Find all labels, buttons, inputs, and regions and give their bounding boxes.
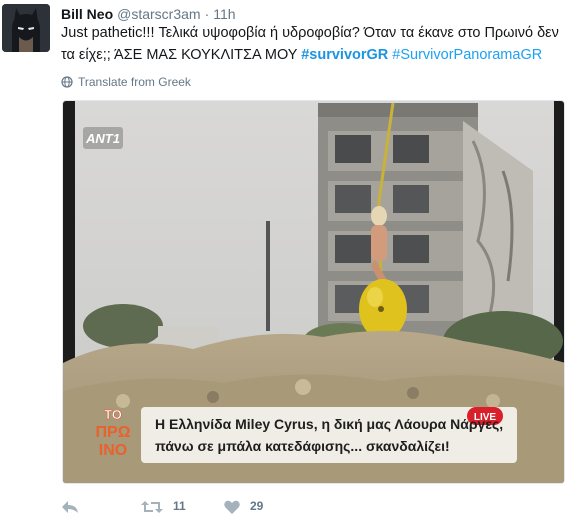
channel-logo: ANT1 [83,127,123,149]
like-button[interactable]: 29 [224,495,263,517]
retweet-button[interactable]: 11 [141,495,186,517]
retweet-icon [141,500,163,513]
retweet-count: 11 [173,499,186,513]
avatar[interactable] [2,4,50,52]
user-handle[interactable]: @starscr3am [117,6,200,22]
hashtag-survivorgr[interactable]: #survivorGR [301,47,388,63]
hashtag-survivorpanoramagr[interactable]: #SurvivorPanoramaGR [392,47,542,63]
heart-icon [224,500,240,514]
tweet-header: Bill Neo @starscr3am · 11h [61,4,236,24]
user-name[interactable]: Bill Neo [61,6,113,22]
tweet-media-image[interactable]: ANT1 ΤΟ ΠΡΩ ΙΝΟ LIVE Η Ελληνίδα Miley Cy… [62,100,565,484]
tweet-text: Just pathetic!!! Τελικά υψοφοβία ή υδροφ… [61,22,571,66]
globe-icon [61,76,73,88]
reply-icon [62,500,78,513]
show-logo-line1: ΤΟ [104,407,122,422]
channel-logo-text: ANT1 [85,131,120,146]
tweet: Bill Neo @starscr3am · 11h Just pathetic!!!… [0,0,577,522]
like-count: 29 [250,499,264,513]
caption-line2: πάνω σε μπάλα κατεδάφισης... σκανδαλίζει… [155,438,450,454]
show-logo-line3: ΙΝΟ [99,442,127,459]
caption-line1: Η Ελληνίδα Miley Cyrus, η δική μας Λάουρ… [155,416,503,432]
translate-label: Translate from Greek [78,75,191,89]
reply-button[interactable] [61,495,79,517]
translate-link[interactable]: Translate from Greek [61,72,191,92]
tv-screenshot-scene: ANT1 ΤΟ ΠΡΩ ΙΝΟ LIVE Η Ελληνίδα Miley Cy… [63,101,564,483]
show-logo-line2: ΠΡΩ [95,424,130,441]
batman-avatar-icon [2,4,50,52]
separator-dot: · [204,6,210,22]
timestamp[interactable]: 11h [213,6,235,22]
